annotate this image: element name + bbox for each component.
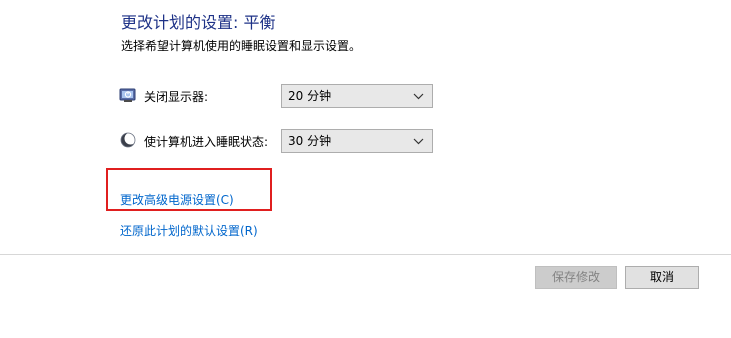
advanced-power-settings-link[interactable]: 更改高级电源设置(C) [120, 191, 234, 208]
page-subtitle: 选择希望计算机使用的睡眠设置和显示设置。 [121, 39, 362, 53]
page-title: 更改计划的设置: 平衡 [121, 13, 276, 32]
monitor-power-icon [119, 88, 136, 102]
display-off-select[interactable]: 20 分钟 [281, 84, 433, 108]
chevron-down-icon [413, 138, 424, 145]
restore-defaults-link[interactable]: 还原此计划的默认设置(R) [120, 222, 258, 239]
sleep-label: 使计算机进入睡眠状态: [144, 135, 269, 149]
sleep-moon-icon [120, 132, 137, 148]
divider [0, 254, 731, 255]
chevron-down-icon [413, 93, 424, 100]
cancel-button[interactable]: 取消 [625, 266, 699, 289]
sleep-select[interactable]: 30 分钟 [281, 129, 433, 153]
display-off-value: 20 分钟 [288, 89, 332, 103]
display-off-label: 关闭显示器: [144, 90, 209, 104]
sleep-value: 30 分钟 [288, 134, 332, 148]
save-button[interactable]: 保存修改 [535, 266, 617, 289]
